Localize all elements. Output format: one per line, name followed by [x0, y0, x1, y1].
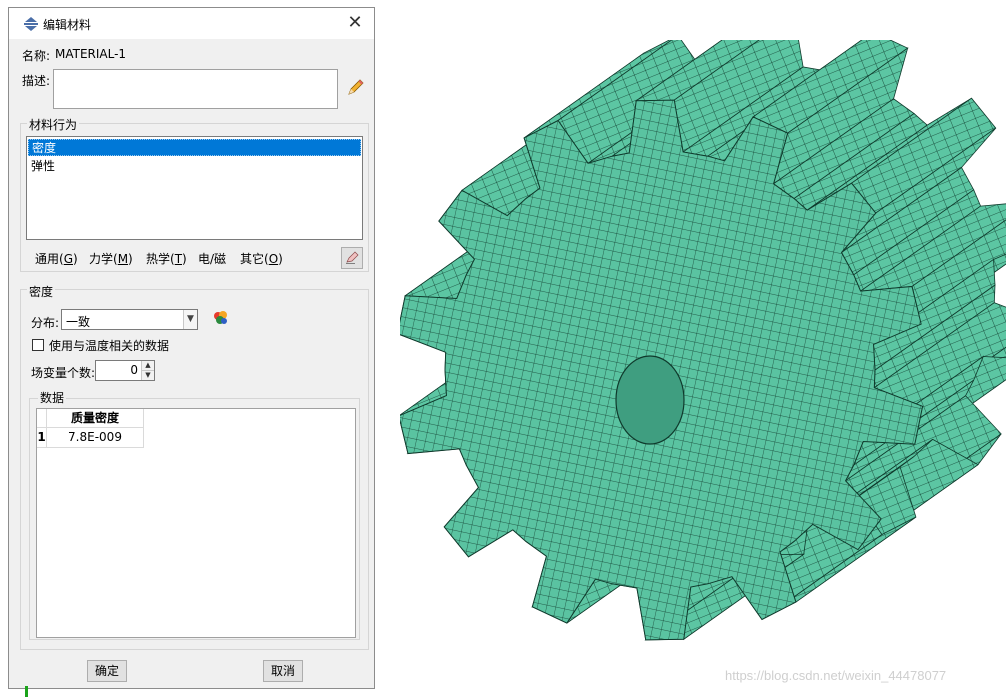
temperature-dependent-checkbox[interactable] — [32, 339, 44, 351]
name-label: 名称: — [22, 49, 51, 63]
chevron-down-icon[interactable]: ▼ — [183, 310, 197, 329]
menu-electrical-magnetic[interactable]: 电/磁 — [198, 250, 226, 267]
field-vars-stepper[interactable]: 0 ▲ ▼ — [95, 360, 155, 381]
spin-buttons: ▲ ▼ — [141, 361, 154, 380]
model-viewport[interactable] — [396, 14, 1006, 680]
close-icon[interactable]: ✕ — [342, 12, 368, 34]
cancel-button[interactable]: 取消 — [263, 660, 303, 682]
description-label: 描述: — [22, 74, 51, 88]
material-name: MATERIAL-1 — [55, 47, 127, 61]
field-vars-value: 0 — [130, 363, 138, 377]
menu-mechanical[interactable]: 力学(M) — [89, 250, 133, 267]
table-corner — [37, 409, 47, 428]
edit-material-dialog: 编辑材料 ✕ 名称: MATERIAL-1 描述: 材料行为 密度 弹性 通用(… — [8, 7, 375, 689]
data-title: 数据 — [38, 389, 67, 406]
pencil-icon[interactable] — [345, 78, 365, 98]
menu-general[interactable]: 通用(G) — [35, 250, 78, 267]
abaqus-app-icon — [24, 17, 38, 31]
spin-up-icon[interactable]: ▲ — [142, 361, 154, 371]
meshed-gear-model — [396, 14, 1006, 641]
list-item[interactable]: 密度 — [28, 139, 361, 156]
gear-bore-hole — [615, 355, 685, 445]
behavior-list[interactable]: 密度 弹性 — [26, 136, 363, 240]
menu-other[interactable]: 其它(O) — [240, 250, 283, 267]
list-item[interactable]: 弹性 — [28, 158, 361, 175]
menu-thermal[interactable]: 热学(T) — [146, 250, 187, 267]
table-cell-mass-density[interactable]: 7.8E-009 — [47, 428, 144, 448]
description-field[interactable] — [53, 69, 338, 109]
edit-behavior-button[interactable] — [341, 247, 363, 269]
distribution-select[interactable]: 一致 ▼ — [61, 309, 198, 330]
eraser-icon — [346, 251, 359, 264]
analytical-field-icon[interactable] — [212, 310, 229, 326]
dialog-titlebar[interactable]: 编辑材料 ✕ — [9, 8, 374, 39]
density-title: 密度 — [27, 283, 56, 300]
column-header-mass-density[interactable]: 质量密度 — [47, 409, 144, 428]
temperature-dependent-label: 使用与温度相关的数据 — [49, 339, 170, 353]
distribution-value: 一致 — [66, 315, 91, 329]
field-vars-label: 场变量个数: — [31, 366, 96, 380]
taskbar-edge — [25, 686, 28, 697]
distribution-label: 分布: — [31, 316, 60, 330]
watermark-text: https://blog.csdn.net/weixin_44478077 — [725, 668, 947, 683]
material-behaviors-title: 材料行为 — [27, 116, 80, 133]
data-table[interactable]: 质量密度 1 7.8E-009 — [36, 408, 356, 638]
spin-down-icon[interactable]: ▼ — [142, 370, 154, 380]
row-index: 1 — [37, 428, 47, 448]
dialog-title: 编辑材料 — [43, 18, 92, 32]
ok-button[interactable]: 确定 — [87, 660, 127, 682]
